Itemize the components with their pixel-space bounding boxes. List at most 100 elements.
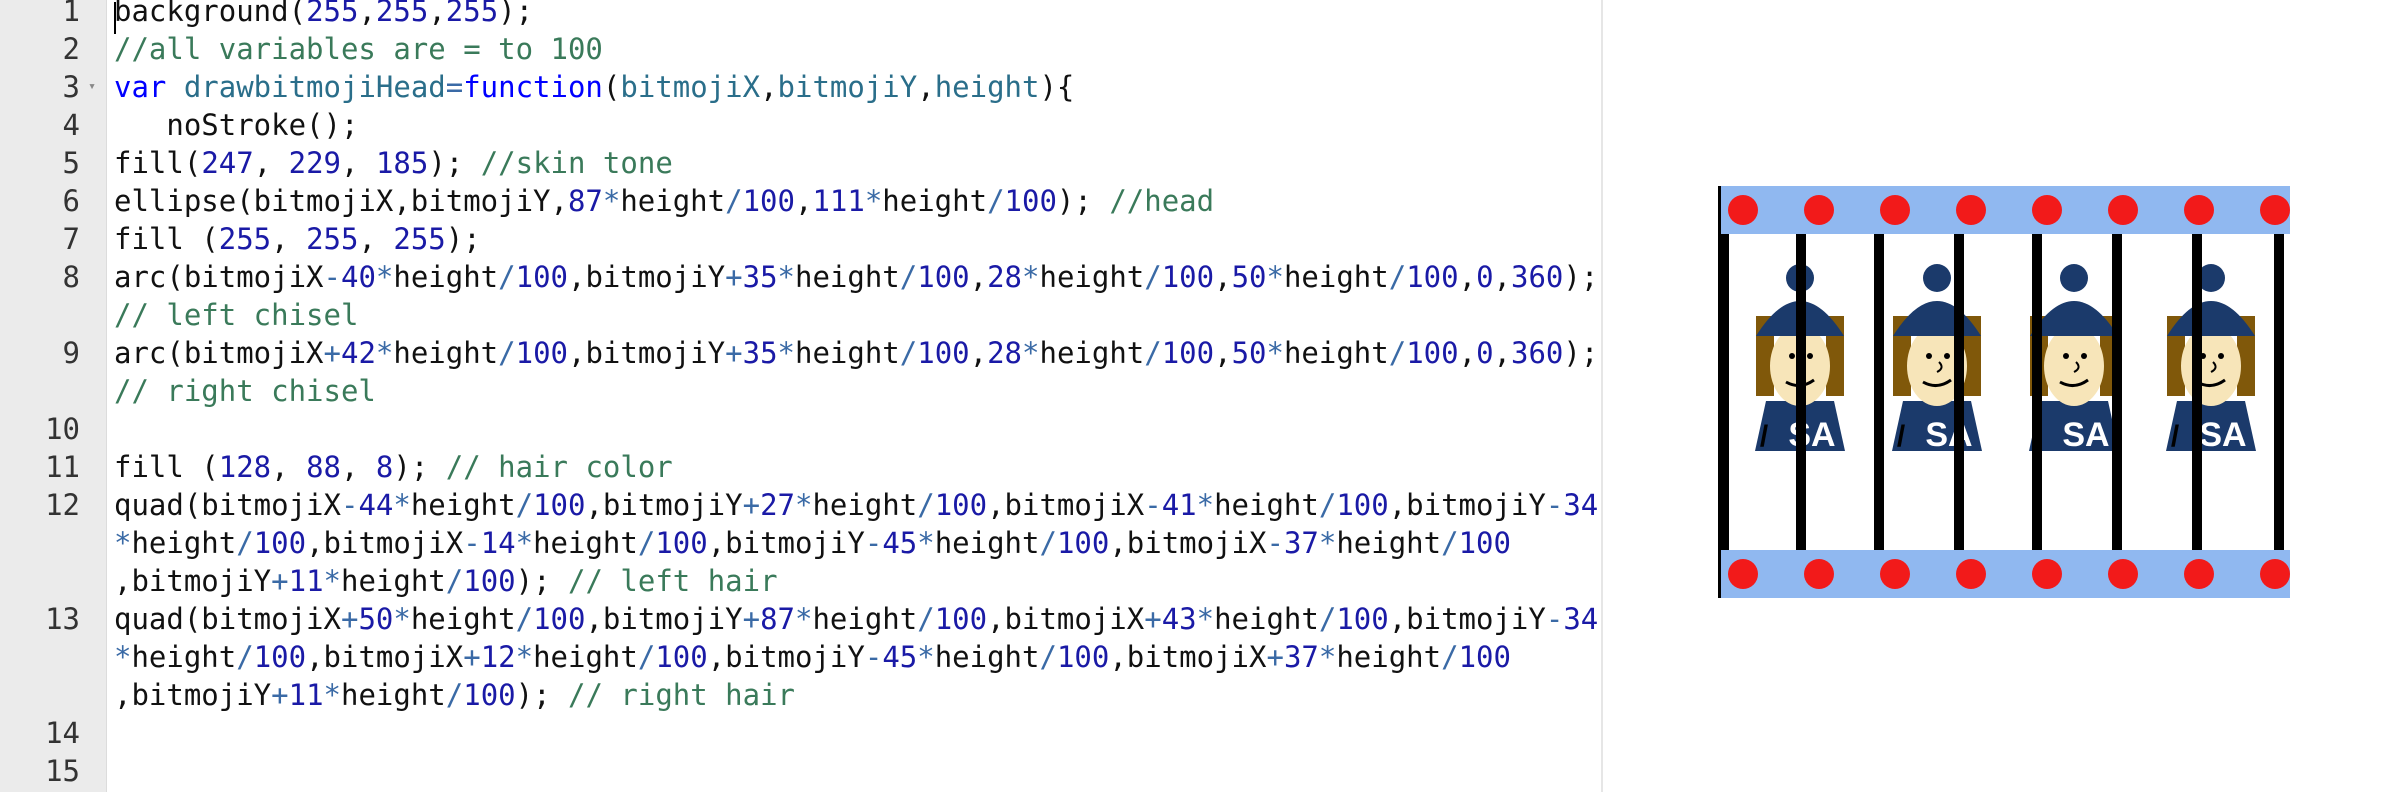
code-token: * <box>515 526 534 560</box>
code-token: - <box>1144 488 1162 522</box>
top-band-dot <box>2108 195 2138 225</box>
code-token: / <box>236 526 254 560</box>
code-line[interactable]: background(255,255,255); <box>114 0 533 30</box>
line-number <box>0 296 80 334</box>
beanie-hat <box>2030 301 2118 336</box>
code-token: height <box>620 184 726 218</box>
code-line[interactable]: arc(bitmojiX-40*height/100,bitmojiY+35*h… <box>114 258 1598 296</box>
code-line[interactable]: *height/100,bitmojiX-14*height/100,bitmo… <box>114 524 1511 562</box>
code-token: , <box>1493 336 1511 370</box>
code-token: ,bitmojiX <box>306 640 464 674</box>
code-token: quad(bitmojiX <box>114 602 341 636</box>
code-token: , <box>428 0 446 28</box>
cage-bar <box>1954 234 1964 550</box>
code-token: + <box>742 602 761 636</box>
code-token: / <box>1441 526 1459 560</box>
bottom-band-dot <box>1728 559 1758 589</box>
code-token: ); <box>1563 260 1599 294</box>
code-token: - <box>1545 602 1564 636</box>
code-token: height <box>341 564 446 598</box>
top-band-dot <box>2032 195 2062 225</box>
code-token: 50 <box>1231 260 1267 294</box>
code-token: 229 <box>288 146 342 180</box>
code-token: 100 <box>1406 336 1459 370</box>
code-token: ,bitmojiX <box>1109 640 1267 674</box>
code-token: height <box>1336 640 1442 674</box>
code-token: ,bitmojiY <box>1388 488 1546 522</box>
code-token: height <box>341 678 446 712</box>
eye-right <box>1807 353 1813 359</box>
code-area[interactable]: background(255,255,255);//all variables … <box>114 0 1598 792</box>
code-token: height <box>410 488 516 522</box>
code-token: * <box>393 602 411 636</box>
code-token: , <box>760 70 778 104</box>
code-token: 111 <box>812 184 865 218</box>
code-token: , <box>969 336 988 370</box>
code-line[interactable]: quad(bitmojiX-44*height/100,bitmojiY+27*… <box>114 486 1598 524</box>
code-token: height <box>795 260 900 294</box>
code-token: 40 <box>340 260 376 294</box>
code-token: bitmojiX <box>620 70 761 104</box>
code-token: / <box>987 184 1005 218</box>
code-token: 100 <box>533 602 586 636</box>
code-token: 100 <box>1336 602 1389 636</box>
code-token: arc(bitmojiX <box>114 260 324 294</box>
code-token: / <box>637 526 656 560</box>
code-token: / <box>498 260 516 294</box>
code-token: 247 <box>201 146 254 180</box>
code-line[interactable]: *height/100,bitmojiX+12*height/100,bitmo… <box>114 638 1511 676</box>
code-token: 37 <box>1283 640 1319 674</box>
code-token: * <box>515 640 534 674</box>
code-token: 88 <box>306 450 341 484</box>
code-token: / <box>1388 260 1407 294</box>
code-editor[interactable]: 1 2 3 4 5 6 7 8 9 10 11 12 13 14 15 ▾ background(255,25… <box>0 0 1601 792</box>
code-line[interactable]: //all variables are = to 100 <box>114 30 603 68</box>
code-line[interactable]: // right chisel <box>114 372 376 410</box>
code-token: ,bitmojiY <box>585 488 743 522</box>
beanie-pompom <box>1923 264 1951 292</box>
code-line[interactable]: // left chisel <box>114 296 358 334</box>
code-token: * <box>1196 488 1215 522</box>
code-line[interactable]: quad(bitmojiX+50*height/100,bitmojiY+87*… <box>114 600 1598 638</box>
code-line[interactable]: fill(247, 229, 185); //skin tone <box>114 144 673 182</box>
code-token: ); <box>515 564 569 598</box>
code-line[interactable]: arc(bitmojiX+42*height/100,bitmojiY+35*h… <box>114 334 1598 372</box>
code-token: arc(bitmojiX <box>114 336 324 370</box>
code-token: height <box>131 526 237 560</box>
code-line[interactable]: var drawbitmojiHead=function(bitmojiX,bi… <box>114 68 1074 106</box>
code-token: //head <box>1109 184 1215 218</box>
code-line[interactable]: ,bitmojiY+11*height/100); // left hair <box>114 562 778 600</box>
code-token: * <box>1266 260 1284 294</box>
code-line[interactable]: ellipse(bitmojiX,bitmojiY,87*height/100,… <box>114 182 1214 220</box>
code-token: height <box>1283 336 1389 370</box>
code-token: + <box>1266 640 1284 674</box>
line-number: 15 <box>45 754 80 788</box>
code-token: 185 <box>375 146 429 180</box>
code-token: ,bitmojiX <box>306 526 464 560</box>
line-number: 12 <box>45 488 80 522</box>
code-line[interactable]: ,bitmojiY+11*height/100); // right hair <box>114 676 795 714</box>
code-token: , <box>917 70 935 104</box>
code-token: 100 <box>463 564 516 598</box>
line-number: 5 <box>62 146 80 180</box>
code-line[interactable]: fill (128, 88, 8); // hair color <box>114 448 673 486</box>
code-token: , <box>794 184 813 218</box>
code-line[interactable]: fill (255, 255, 255); <box>114 220 481 258</box>
line-number: 2 <box>62 32 80 66</box>
cage-bar <box>2112 234 2122 550</box>
line-number <box>0 372 80 410</box>
fold-toggle-icon[interactable]: ▾ <box>84 68 100 106</box>
code-token: * <box>1318 640 1337 674</box>
code-token: drawbitmojiHead <box>183 70 446 104</box>
shirt-text: SA <box>1788 416 1835 454</box>
code-token: 41 <box>1161 488 1197 522</box>
code-token: ); <box>428 146 481 180</box>
code-token: height <box>1214 488 1319 522</box>
code-token: var <box>114 70 184 104</box>
code-token: ); <box>1056 184 1110 218</box>
code-token: / <box>1318 602 1337 636</box>
eye-right <box>2081 353 2087 359</box>
code-token: , <box>969 260 988 294</box>
canvas-left-edge <box>1718 186 1721 598</box>
code-line[interactable]: noStroke(); <box>114 106 358 144</box>
